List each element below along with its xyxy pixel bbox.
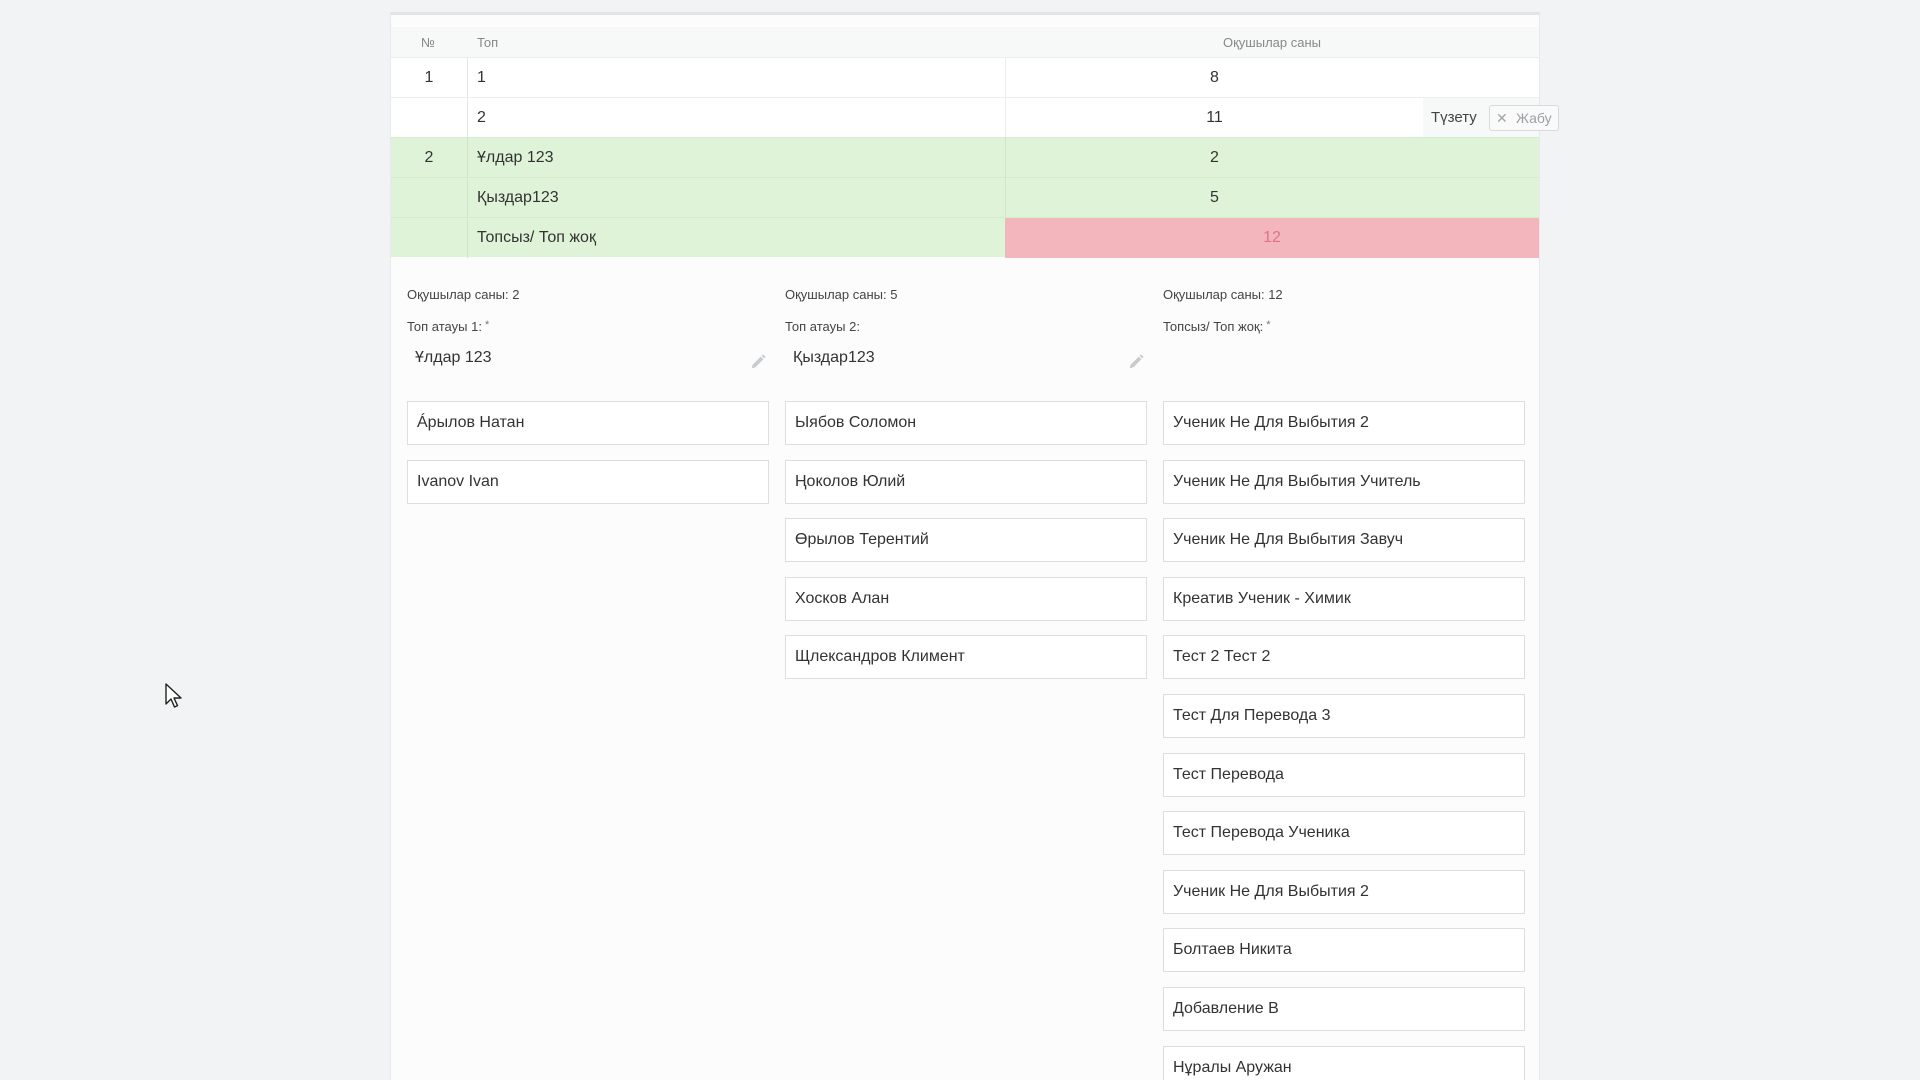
divider [467, 58, 468, 98]
group-column-3: Оқушылар саны: 12 Топсыз/ Топ жоқ: * Учен… [1163, 287, 1525, 1080]
group-name-value: Қыздар123 [793, 349, 875, 366]
close-label: Жабу [1516, 110, 1552, 126]
student-card[interactable]: Тест 2 Тест 2 [1163, 635, 1525, 680]
row-group: Топсыз/ Топ жоқ [477, 229, 596, 246]
group-student-count: Оқушылар саны: 12 [1163, 287, 1283, 302]
student-list: Ыябов Соломон Ңоколов Юлий Өрылов Терент… [785, 401, 1147, 694]
group-name-label: Топ атауы 1: * [407, 319, 490, 334]
student-card[interactable]: Ыябов Соломон [785, 401, 1147, 445]
row-group: Қыздар123 [477, 189, 559, 206]
pencil-icon[interactable] [1127, 353, 1145, 371]
row-num: 2 [424, 149, 434, 166]
edit-link[interactable]: Түзету [1431, 109, 1477, 126]
student-card[interactable]: Ученик Не Для Выбытия 2 [1163, 869, 1525, 914]
row-actions: Түзету ✕ Жабу [1423, 98, 1559, 138]
table-row[interactable]: Қыздар123 5 [391, 177, 1539, 218]
row-group: 1 [477, 69, 486, 86]
student-card[interactable]: Ученик Не Для Выбытия Учитель [1163, 459, 1525, 504]
student-card[interactable]: Ivanov Ivan [407, 459, 769, 504]
close-button[interactable]: ✕ Жабу [1489, 105, 1559, 131]
header-count: Оқушылар саны [1223, 35, 1321, 50]
table-header: № Топ Оқушылар саны [391, 27, 1539, 57]
row-group: 2 [477, 109, 486, 126]
divider [467, 138, 468, 178]
row-count: 2 [1005, 138, 1423, 178]
table-row[interactable]: 2 11 Түзету ✕ Жабу [391, 97, 1559, 138]
student-card[interactable]: Нұралы Аружан [1163, 1045, 1525, 1080]
student-card[interactable]: Тест Для Перевода 3 [1163, 693, 1525, 738]
divider [467, 218, 468, 258]
groups-panel: № Топ Оқушылар саны 1 1 8 2 11 Түзету ✕ Ж… [390, 12, 1559, 1080]
row-group: Ұлдар 123 [477, 149, 554, 166]
group-column-2: Оқушылар саны: 5 Топ атауы 2: Қыздар123 … [785, 287, 1147, 680]
student-card[interactable]: Тест Перевода [1163, 752, 1525, 797]
student-card[interactable]: Тест Перевода Ученика [1163, 811, 1525, 856]
student-card[interactable]: Өрылов Терентий [785, 518, 1147, 563]
table-row[interactable]: Топсыз/ Топ жоқ 12 [391, 217, 1539, 258]
header-num: № [421, 35, 435, 50]
student-card[interactable]: Ученик Не Для Выбытия Завуч [1163, 518, 1525, 563]
table-row[interactable]: 1 1 8 [391, 57, 1539, 98]
required-mark: * [484, 319, 490, 331]
row-actions-empty [1423, 58, 1539, 98]
row-count: 11 [1005, 98, 1423, 138]
table-row[interactable]: 2 Ұлдар 123 2 [391, 137, 1539, 178]
group-column-1: Оқушылар саны: 2 Топ атауы 1: * Ұлдар 123… [407, 287, 769, 504]
student-card[interactable]: Креатив Ученик - Химик [1163, 576, 1525, 621]
student-list: Áрылов Натан Ivanov Ivan [407, 401, 769, 518]
student-card[interactable]: Щлександров Климент [785, 635, 1147, 680]
student-card[interactable]: Ученик Не Для Выбытия 2 [1163, 401, 1525, 445]
divider [467, 98, 468, 138]
group-name-value: Ұлдар 123 [415, 349, 492, 366]
row-count: 5 [1005, 178, 1423, 218]
student-card[interactable]: Добавление В [1163, 986, 1525, 1031]
divider [467, 178, 468, 218]
row-count-alert: 12 [1005, 218, 1539, 258]
row-num: 1 [424, 69, 434, 86]
header-group: Топ [477, 35, 499, 50]
student-card[interactable]: Хосков Алан [785, 576, 1147, 621]
student-list: Ученик Не Для Выбытия 2 Ученик Не Для Вы… [1163, 401, 1525, 1080]
row-count: 8 [1005, 58, 1423, 98]
group-name-label: Топсыз/ Топ жоқ: * [1163, 319, 1271, 334]
student-card[interactable]: Áрылов Натан [407, 401, 769, 445]
pencil-icon[interactable] [749, 353, 767, 371]
group-name-field[interactable]: Ұлдар 123 [407, 349, 769, 373]
group-student-count: Оқушылар саны: 5 [785, 287, 898, 302]
group-name-field[interactable]: Қыздар123 [785, 349, 1147, 373]
group-student-count: Оқушылар саны: 2 [407, 287, 520, 302]
mouse-cursor-icon [165, 683, 182, 708]
groups-table: № Топ Оқушылар саны 1 1 8 2 11 Түзету ✕ Ж… [391, 27, 1559, 258]
student-card[interactable]: Болтаев Никита [1163, 928, 1525, 973]
required-mark: * [1266, 319, 1271, 331]
close-icon: ✕ [1496, 110, 1508, 126]
group-name-label: Топ атауы 2: [785, 319, 860, 334]
student-card[interactable]: Ңоколов Юлий [785, 459, 1147, 504]
